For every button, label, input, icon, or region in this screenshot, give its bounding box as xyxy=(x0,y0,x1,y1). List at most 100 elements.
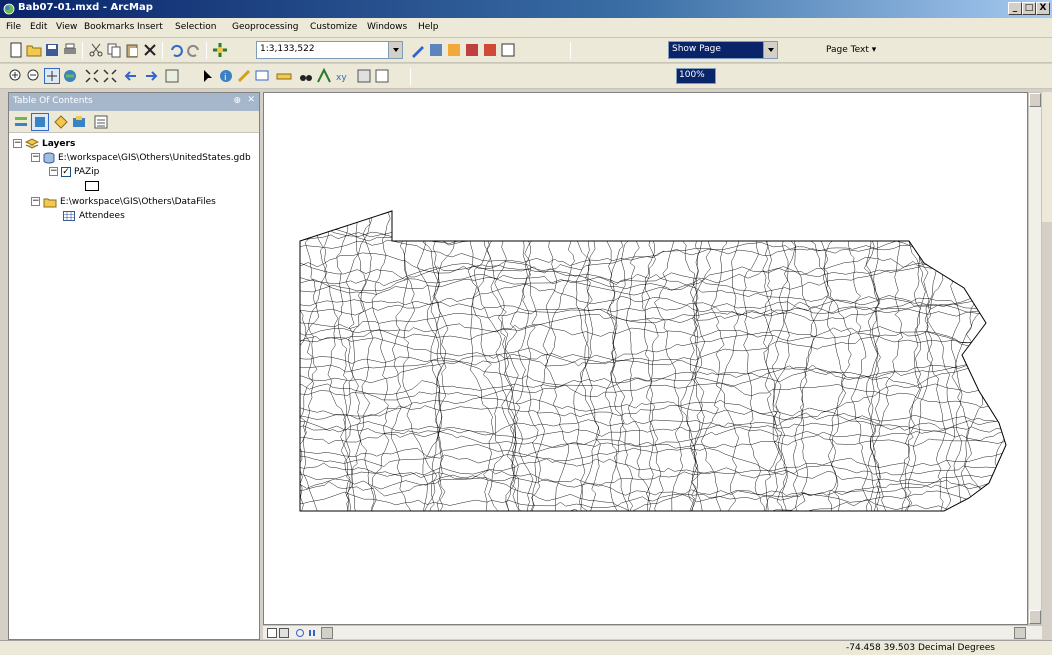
add-data-icon[interactable] xyxy=(212,42,228,58)
select-features-icon[interactable] xyxy=(164,68,180,84)
find-route-icon[interactable] xyxy=(316,68,332,84)
table-name: Attendees xyxy=(79,211,125,221)
zip-boundaries xyxy=(300,211,1006,511)
catalog-icon[interactable] xyxy=(428,42,444,58)
paste-icon[interactable] xyxy=(124,42,140,58)
layer-symbol[interactable] xyxy=(85,179,99,193)
svg-text:i: i xyxy=(224,73,227,83)
arcmap-icon xyxy=(3,3,15,15)
list-by-drawing-order-icon[interactable] xyxy=(13,114,29,130)
hyperlink-icon[interactable] xyxy=(236,68,252,84)
toc-header: Table Of Contents ⊕ ✕ xyxy=(9,93,259,111)
select-elements-icon[interactable] xyxy=(200,68,216,84)
layout-zoom-combo[interactable]: 100% xyxy=(676,68,716,84)
scroll-right-button[interactable] xyxy=(1014,627,1026,639)
close-icon[interactable]: ✕ xyxy=(247,95,255,105)
menu-customize[interactable]: Customize xyxy=(310,22,357,32)
redo-icon[interactable] xyxy=(186,42,202,58)
delete-icon[interactable] xyxy=(142,42,158,58)
options-icon[interactable] xyxy=(93,114,109,130)
measure-icon[interactable] xyxy=(276,68,292,84)
scroll-up-button[interactable] xyxy=(1029,93,1041,107)
new-icon[interactable] xyxy=(8,42,24,58)
pause-drawing-icon[interactable] xyxy=(307,628,317,638)
menu-selection[interactable]: Selection xyxy=(175,22,216,32)
back-extent-icon[interactable] xyxy=(124,68,140,84)
tree-node-attendees[interactable]: Attendees xyxy=(63,209,125,223)
create-viewer-icon[interactable] xyxy=(374,68,390,84)
tree-node-folder[interactable]: − E:\workspace\GIS\Others\DataFiles xyxy=(31,195,216,209)
minimize-button[interactable]: _ xyxy=(1008,2,1022,15)
zoom-in-icon[interactable] xyxy=(8,68,24,84)
data-view-icon[interactable] xyxy=(267,628,277,638)
find-icon[interactable] xyxy=(298,68,314,84)
menu-windows[interactable]: Windows xyxy=(367,22,407,32)
layout-page-combo[interactable]: Show Page xyxy=(668,41,778,59)
copy-icon[interactable] xyxy=(106,42,122,58)
list-by-source-icon[interactable] xyxy=(31,113,49,131)
map-scale-combo[interactable]: 1:3,133,522 xyxy=(256,41,403,59)
menu-file[interactable]: File xyxy=(6,22,21,32)
tree-node-gdb[interactable]: − E:\workspace\GIS\Others\UnitedStates.gd… xyxy=(31,151,251,165)
table-icon xyxy=(63,210,75,221)
maximize-button[interactable]: □ xyxy=(1022,2,1036,15)
menu-geoprocessing[interactable]: Geoprocessing xyxy=(232,22,299,32)
page-text-button[interactable]: Page Text ▾ xyxy=(826,45,876,55)
svg-text:xy: xy xyxy=(336,73,347,83)
html-popup-icon[interactable] xyxy=(254,68,270,84)
scroll-down-button[interactable] xyxy=(1029,610,1041,624)
layers-icon xyxy=(24,137,40,149)
menu-help[interactable]: Help xyxy=(418,22,439,32)
pin-icon[interactable]: ⊕ xyxy=(233,96,241,106)
search-window-icon[interactable] xyxy=(464,42,480,58)
list-by-selection-icon[interactable] xyxy=(71,114,87,130)
close-button[interactable]: X xyxy=(1036,2,1050,15)
chevron-down-icon[interactable] xyxy=(388,42,402,58)
fixed-zoom-in-icon[interactable] xyxy=(84,68,100,84)
layout-zoom-value: 100% xyxy=(679,70,705,80)
undo-icon[interactable] xyxy=(168,42,184,58)
table-of-contents-panel: Table Of Contents ⊕ ✕ − Layers − E:\worksp… xyxy=(8,92,260,640)
collapse-icon[interactable]: − xyxy=(49,167,58,176)
time-slider-icon[interactable] xyxy=(356,68,372,84)
layout-view-icon[interactable] xyxy=(279,628,289,638)
collapse-icon[interactable]: − xyxy=(13,139,22,148)
docked-window-tabs[interactable] xyxy=(1042,92,1052,222)
identify-icon[interactable]: i xyxy=(218,68,234,84)
toc-icon[interactable] xyxy=(446,42,462,58)
forward-extent-icon[interactable] xyxy=(142,68,158,84)
toc-toolbar xyxy=(9,111,259,133)
editor-icon[interactable] xyxy=(410,42,426,58)
menu-bookmarks[interactable]: Bookmarks xyxy=(84,22,134,32)
save-icon[interactable] xyxy=(44,42,60,58)
tree-node-layers[interactable]: − Layers xyxy=(13,137,75,151)
chevron-down-icon[interactable] xyxy=(763,42,777,58)
layer-visibility-checkbox[interactable]: ✓ xyxy=(61,166,71,177)
menu-edit[interactable]: Edit xyxy=(30,22,47,32)
collapse-icon[interactable]: − xyxy=(31,197,40,206)
open-icon[interactable] xyxy=(26,42,42,58)
pan-icon[interactable] xyxy=(44,68,60,84)
collapse-icon[interactable]: − xyxy=(31,153,40,162)
arctoolbox-icon[interactable] xyxy=(482,42,498,58)
refresh-icon[interactable] xyxy=(295,628,305,638)
toolbar-separator xyxy=(570,42,571,59)
layer-name: PAZip xyxy=(74,167,100,177)
full-extent-icon[interactable] xyxy=(62,68,78,84)
python-icon[interactable] xyxy=(500,42,516,58)
polygon-symbol-icon[interactable] xyxy=(85,180,99,191)
menu-insert[interactable]: Insert xyxy=(137,22,163,32)
map-display[interactable] xyxy=(263,92,1028,625)
map-vertical-scrollbar[interactable] xyxy=(1028,92,1042,625)
menu-view[interactable]: View xyxy=(56,22,77,32)
print-icon[interactable] xyxy=(62,42,78,58)
zoom-out-icon[interactable] xyxy=(26,68,42,84)
fixed-zoom-out-icon[interactable] xyxy=(102,68,118,84)
scroll-left-button[interactable] xyxy=(321,627,333,639)
cut-icon[interactable] xyxy=(88,42,104,58)
pennsylvania-zip-map[interactable] xyxy=(264,93,1028,625)
tree-node-pazip[interactable]: − ✓ PAZip xyxy=(49,165,99,179)
folder-icon xyxy=(43,198,57,207)
go-to-xy-icon[interactable]: xy xyxy=(334,68,350,84)
list-by-visibility-icon[interactable] xyxy=(53,114,69,130)
